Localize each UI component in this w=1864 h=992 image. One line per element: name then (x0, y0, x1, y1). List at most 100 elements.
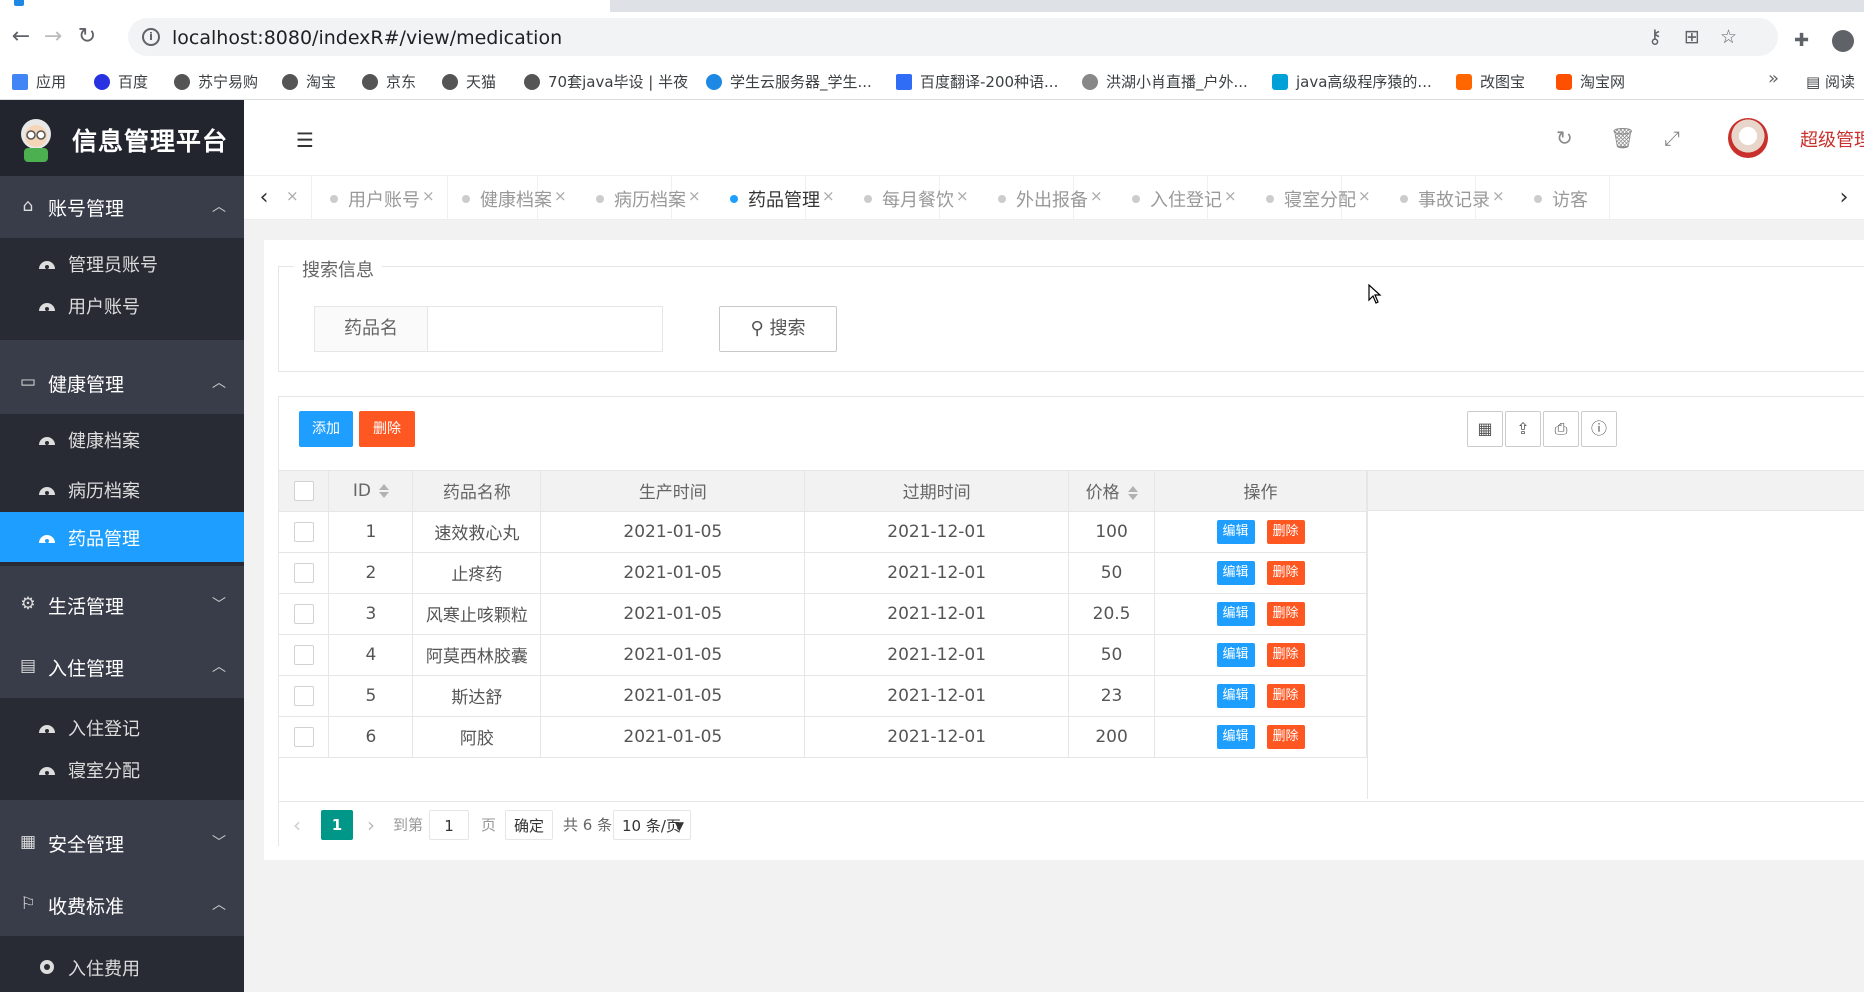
bookmark-star-icon[interactable]: ☆ (1720, 26, 1737, 48)
row-checkbox[interactable] (293, 726, 314, 747)
menu-group-fees[interactable]: ⚐ 收费标准 ︿ (0, 874, 244, 936)
sort-icon[interactable] (1127, 484, 1138, 502)
tab-dorm-allocation[interactable]: 寝室分配 × (1208, 176, 1371, 219)
avatar[interactable] (1728, 118, 1768, 158)
bookmark-fanyi[interactable]: 百度翻译-200种语... (896, 71, 1058, 91)
export-icon[interactable]: ⇪ (1505, 411, 1541, 447)
bookmark-live[interactable]: 洪湖小肖直播_户外... (1082, 71, 1248, 91)
row-edit-button[interactable]: 编辑 (1216, 642, 1255, 667)
tabs-scroll-left-icon[interactable]: ‹ (244, 176, 284, 219)
site-info-icon[interactable]: i (142, 28, 160, 46)
sidebar-item-medication[interactable]: 药品管理 (0, 512, 244, 562)
row-checkbox[interactable] (293, 603, 314, 624)
trash-icon[interactable]: 🗑 (1610, 126, 1635, 150)
sort-icon[interactable] (379, 482, 389, 500)
bookmark-apps[interactable]: 应用 (12, 71, 66, 91)
back-icon[interactable]: ← (8, 24, 34, 50)
bookmark-baidu[interactable]: 百度 (94, 71, 148, 91)
bookmark-taobaowang[interactable]: 淘宝网 (1556, 71, 1625, 91)
tab-outing[interactable]: 外出报备 × (940, 176, 1103, 219)
row-checkbox[interactable] (293, 521, 314, 542)
info-icon[interactable]: ⓘ (1581, 411, 1617, 447)
add-button[interactable]: 添加 (299, 411, 353, 447)
bookmark-gaitubao[interactable]: 改图宝 (1456, 71, 1525, 91)
search-button[interactable]: ⚲ 搜索 (719, 306, 837, 352)
row-edit-button[interactable]: 编辑 (1216, 724, 1255, 749)
address-bar[interactable]: i localhost:8080/indexR#/view/medication… (128, 18, 1778, 56)
extensions-icon[interactable]: ✚ (1794, 30, 1809, 51)
prev-page-icon[interactable]: ‹ (293, 810, 301, 840)
row-edit-button[interactable]: 编辑 (1216, 683, 1255, 708)
batch-delete-button[interactable]: 删除 (359, 411, 415, 447)
sidebar-item-checkin-fee[interactable]: 入住费用 (0, 942, 244, 992)
tab-medication[interactable]: 药品管理 × (672, 176, 835, 219)
reload-icon[interactable]: ↻ (74, 24, 100, 50)
forward-icon[interactable]: → (40, 24, 66, 50)
row-delete-button[interactable]: 删除 (1266, 601, 1305, 626)
menu-fold-icon[interactable]: ☰ (296, 128, 314, 152)
refresh-icon[interactable]: ↻ (1556, 126, 1573, 150)
select-all-checkbox[interactable] (293, 480, 314, 501)
row-delete-button[interactable]: 删除 (1266, 724, 1305, 749)
tabs-scroll-right-icon[interactable]: › (1824, 176, 1864, 219)
column-header-price[interactable]: 价格 (1068, 471, 1156, 512)
row-delete-button[interactable]: 删除 (1266, 642, 1305, 667)
table-row[interactable]: 5 斯达舒 2021-01-05 2021-12-01 23 编辑 删除 (279, 675, 1367, 717)
tab-visitors[interactable]: 访客 (1476, 176, 1610, 219)
sidebar-item-dorm-allocation[interactable]: 寝室分配 (0, 744, 244, 794)
row-edit-button[interactable]: 编辑 (1216, 601, 1255, 626)
key-icon[interactable]: ⚷ (1648, 26, 1662, 48)
tab-health-records[interactable]: 健康档案 × (404, 176, 567, 219)
bookmark-suning[interactable]: 苏宁易购 (174, 71, 258, 91)
menu-group-safety[interactable]: ▦ 安全管理 ﹀ (0, 812, 244, 874)
menu-group-account[interactable]: ⌂ 账号管理 ︿ (0, 176, 244, 238)
menu-group-health[interactable]: ▭ 健康管理 ︿ (0, 352, 244, 414)
columns-filter-icon[interactable]: ▦ (1467, 411, 1503, 447)
row-checkbox[interactable] (293, 644, 314, 665)
bookmark-bilibili[interactable]: java高级程序猿的... (1272, 71, 1432, 91)
bookmark-tmall[interactable]: 天猫 (442, 71, 496, 91)
browser-active-tab[interactable] (0, 0, 610, 12)
table-row[interactable]: 6 阿胶 2021-01-05 2021-12-01 200 编辑 删除 (279, 716, 1367, 758)
sidebar-item-user-account[interactable]: 用户账号 (0, 280, 244, 330)
menu-group-life[interactable]: ⚙ 生活管理 ﹀ (0, 574, 244, 636)
menu-group-checkin[interactable]: ▤ 入住管理 ︿ (0, 636, 244, 698)
tab-checkin-register[interactable]: 入住登记 × (1074, 176, 1237, 219)
table-row[interactable]: 4 阿莫西林胶囊 2021-01-05 2021-12-01 50 编辑 删除 (279, 634, 1367, 676)
sidebar-item-medical-records[interactable]: 病历档案 (0, 464, 244, 514)
translate-icon[interactable]: ⊞ (1684, 26, 1700, 48)
medication-name-input[interactable] (427, 306, 663, 352)
table-row[interactable]: 2 止疼药 2021-01-05 2021-12-01 50 编辑 删除 (279, 552, 1367, 594)
column-header-id[interactable]: ID (328, 471, 414, 512)
table-row[interactable]: 1 速效救心丸 2021-01-05 2021-12-01 100 编辑 删除 (279, 511, 1367, 553)
goto-confirm-button[interactable]: 确定 (505, 810, 553, 840)
row-checkbox[interactable] (293, 562, 314, 583)
row-delete-button[interactable]: 删除 (1266, 519, 1305, 544)
bookmark-jd[interactable]: 京东 (362, 71, 416, 91)
bookmark-java70[interactable]: 70套java毕设 | 半夜 (524, 71, 688, 91)
row-edit-button[interactable]: 编辑 (1216, 519, 1255, 544)
row-checkbox[interactable] (293, 685, 314, 706)
row-edit-button[interactable]: 编辑 (1216, 560, 1255, 585)
goto-page-input[interactable]: 1 (429, 810, 469, 840)
page-1[interactable]: 1 (321, 810, 353, 840)
admin-name[interactable]: 超级管理 (1800, 126, 1864, 152)
cell-produced: 2021-01-05 (540, 716, 806, 758)
bookmark-taobao[interactable]: 淘宝 (282, 71, 336, 91)
fullscreen-icon[interactable]: ⤢ (1664, 126, 1680, 150)
profile-icon[interactable] (1832, 30, 1854, 52)
next-page-icon[interactable]: › (367, 810, 375, 840)
bookmark-cloud[interactable]: 学生云服务器_学生... (706, 71, 872, 91)
bookmarks-more-button[interactable]: » (1768, 68, 1779, 89)
url-text[interactable]: localhost:8080/indexR#/view/medication (172, 27, 562, 49)
print-icon[interactable]: ⎙ (1543, 411, 1579, 447)
tab-medical-records[interactable]: 病历档案 × (538, 176, 701, 219)
table-row[interactable]: 3 风寒止咳颗粒 2021-01-05 2021-12-01 20.5 编辑 删除 (279, 593, 1367, 635)
sidebar-item-health-records[interactable]: 健康档案 (0, 414, 244, 464)
reading-list-button[interactable]: ▤ 阅读 (1806, 71, 1855, 92)
tab-meals[interactable]: 每月餐饮 × (806, 176, 969, 219)
row-delete-button[interactable]: 删除 (1266, 683, 1305, 708)
row-delete-button[interactable]: 删除 (1266, 560, 1305, 585)
tab-accidents[interactable]: 事故记录 × (1342, 176, 1505, 219)
page-size-select[interactable]: 10 条/页 ▼ (613, 810, 691, 840)
